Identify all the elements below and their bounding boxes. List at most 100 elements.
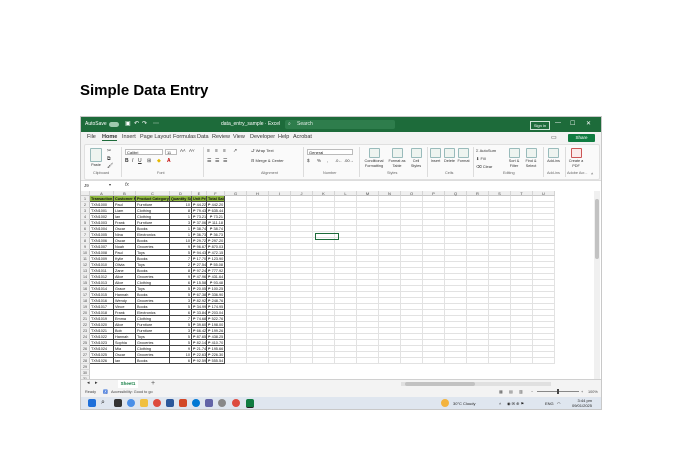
- empty-cell[interactable]: [511, 358, 533, 364]
- spreadsheet-grid[interactable]: ABCDEFGHIJKLMNOPQRSTU 1Transaction IDCus…: [81, 191, 601, 379]
- tab-developer[interactable]: Developer: [250, 134, 275, 140]
- close-button[interactable]: ✕: [586, 120, 591, 127]
- format-as-table-button[interactable]: Format as Table: [387, 148, 407, 168]
- add-ins-button[interactable]: Add-ins: [545, 148, 562, 164]
- comma-icon[interactable]: ,: [327, 158, 328, 163]
- align-left-icon[interactable]: ☰: [207, 158, 211, 164]
- empty-cell[interactable]: [247, 358, 269, 364]
- copy-icon[interactable]: ⧉: [107, 156, 111, 162]
- prev-sheet-icon[interactable]: ◂: [87, 380, 90, 386]
- table-cell[interactable]: Ian: [114, 358, 136, 364]
- empty-cell[interactable]: [489, 358, 511, 364]
- tray-icons[interactable]: ◉ ✉ ⊕ ⚑: [507, 401, 524, 406]
- zoom-out-icon[interactable]: −: [531, 388, 533, 396]
- empty-cell[interactable]: [225, 358, 247, 364]
- paste-button[interactable]: Paste: [89, 148, 103, 168]
- tab-help[interactable]: Help: [278, 134, 289, 140]
- vertical-scroll-thumb[interactable]: [595, 199, 599, 259]
- tab-file[interactable]: File: [87, 134, 96, 140]
- empty-cell[interactable]: [357, 358, 379, 364]
- font-size-select[interactable]: 11: [165, 149, 177, 155]
- search-icon[interactable]: ⌕: [101, 399, 109, 407]
- page-layout-view-icon[interactable]: ▤: [509, 388, 513, 396]
- cut-icon[interactable]: ✂: [107, 148, 111, 154]
- borders-icon[interactable]: ⊞: [147, 158, 151, 164]
- bold-button[interactable]: B: [125, 158, 129, 164]
- wifi-icon[interactable]: ◠: [557, 401, 561, 406]
- redo-icon[interactable]: ↷: [142, 120, 147, 129]
- settings-icon[interactable]: [192, 399, 200, 407]
- language-indicator[interactable]: ENG: [545, 401, 554, 406]
- formula-input[interactable]: [135, 182, 585, 189]
- table-cell[interactable]: ₱ 555.54: [207, 358, 225, 364]
- comment-icon[interactable]: ▭: [551, 134, 557, 141]
- conditional-formatting-button[interactable]: Conditional Formatting: [362, 148, 386, 168]
- share-button[interactable]: Share: [568, 134, 595, 142]
- sign-in-button[interactable]: Sign in: [530, 121, 550, 130]
- horizontal-scrollbar[interactable]: [401, 382, 551, 386]
- tray-arrow-icon[interactable]: ˄: [499, 401, 501, 406]
- empty-cell[interactable]: [335, 358, 357, 364]
- table-cell[interactable]: Books: [136, 358, 170, 364]
- merge-center-button[interactable]: ⊟ Merge & Center: [251, 158, 284, 163]
- name-box-dropdown-icon[interactable]: ▾: [109, 182, 111, 187]
- underline-button[interactable]: U: [138, 158, 142, 164]
- teams-icon[interactable]: [205, 399, 213, 407]
- empty-cell[interactable]: [423, 358, 445, 364]
- weather-icon[interactable]: [441, 399, 449, 407]
- empty-cell[interactable]: [533, 358, 555, 364]
- format-cells-button[interactable]: Format: [457, 148, 470, 164]
- tab-formulas[interactable]: Formulas: [173, 134, 196, 140]
- percent-icon[interactable]: %: [317, 158, 321, 163]
- chrome-icon[interactable]: [153, 399, 161, 407]
- align-right-icon[interactable]: ☰: [223, 158, 227, 164]
- save-icon[interactable]: ▣: [125, 120, 131, 129]
- font-name-select[interactable]: Calibri: [125, 149, 163, 155]
- empty-cell[interactable]: [269, 358, 291, 364]
- clock[interactable]: 3:44 pm 09/01/2025: [564, 398, 592, 408]
- maximize-button[interactable]: ☐: [570, 120, 575, 127]
- italic-button[interactable]: I: [132, 158, 133, 164]
- shrink-font-icon[interactable]: A˅: [189, 148, 195, 153]
- minimize-button[interactable]: —: [555, 120, 561, 126]
- empty-cell[interactable]: [291, 358, 313, 364]
- decrease-decimal-icon[interactable]: .00→: [344, 158, 354, 163]
- empty-cell[interactable]: [313, 358, 335, 364]
- collapse-ribbon-icon[interactable]: ˄: [591, 171, 593, 176]
- table-cell[interactable]: TXN1026: [90, 358, 114, 364]
- tab-review[interactable]: Review: [212, 134, 230, 140]
- task-view-icon[interactable]: [114, 399, 122, 407]
- orientation-icon[interactable]: ↗: [233, 148, 237, 154]
- file-explorer-icon[interactable]: [140, 399, 148, 407]
- customize-icon[interactable]: ⋯: [153, 120, 159, 129]
- increase-decimal-icon[interactable]: .0←: [335, 158, 342, 163]
- normal-view-icon[interactable]: ▦: [499, 388, 503, 396]
- align-center-icon[interactable]: ☰: [215, 158, 219, 164]
- create-pdf-button[interactable]: Create a PDF: [567, 148, 585, 168]
- undo-icon[interactable]: ↶: [134, 120, 139, 129]
- number-format-select[interactable]: General: [307, 149, 353, 155]
- sort-filter-button[interactable]: Sort & Filter: [506, 148, 522, 168]
- empty-cell[interactable]: [467, 358, 489, 364]
- font-color-icon[interactable]: A: [167, 158, 171, 164]
- next-sheet-icon[interactable]: ▸: [95, 380, 98, 386]
- zoom-level[interactable]: 100%: [588, 388, 598, 396]
- horizontal-scroll-thumb[interactable]: [405, 382, 475, 386]
- accessibility-icon[interactable]: ♿: [103, 388, 108, 396]
- insert-cells-button[interactable]: Insert: [429, 148, 442, 164]
- chrome-profile-icon[interactable]: [232, 399, 240, 407]
- weather-text[interactable]: 30°C Cloudy: [453, 401, 476, 406]
- wrap-text-button[interactable]: ⮐ Wrap Text: [251, 148, 274, 155]
- fill-button[interactable]: ⬇ Fill: [476, 156, 486, 161]
- table-cell[interactable]: 6: [170, 358, 192, 364]
- delete-cells-button[interactable]: Delete: [443, 148, 456, 164]
- edge-icon[interactable]: [127, 399, 135, 407]
- vertical-scrollbar[interactable]: [594, 191, 600, 379]
- cell-styles-button[interactable]: Cell Styles: [408, 148, 424, 168]
- zoom-slider-handle[interactable]: [557, 389, 559, 394]
- add-sheet-button[interactable]: +: [151, 380, 155, 388]
- table-cell[interactable]: ₱ 92.59: [192, 358, 207, 364]
- autosum-button[interactable]: Σ AutoSum: [476, 148, 496, 153]
- align-bottom-icon[interactable]: ≡: [223, 148, 226, 154]
- tab-home[interactable]: Home: [102, 134, 118, 141]
